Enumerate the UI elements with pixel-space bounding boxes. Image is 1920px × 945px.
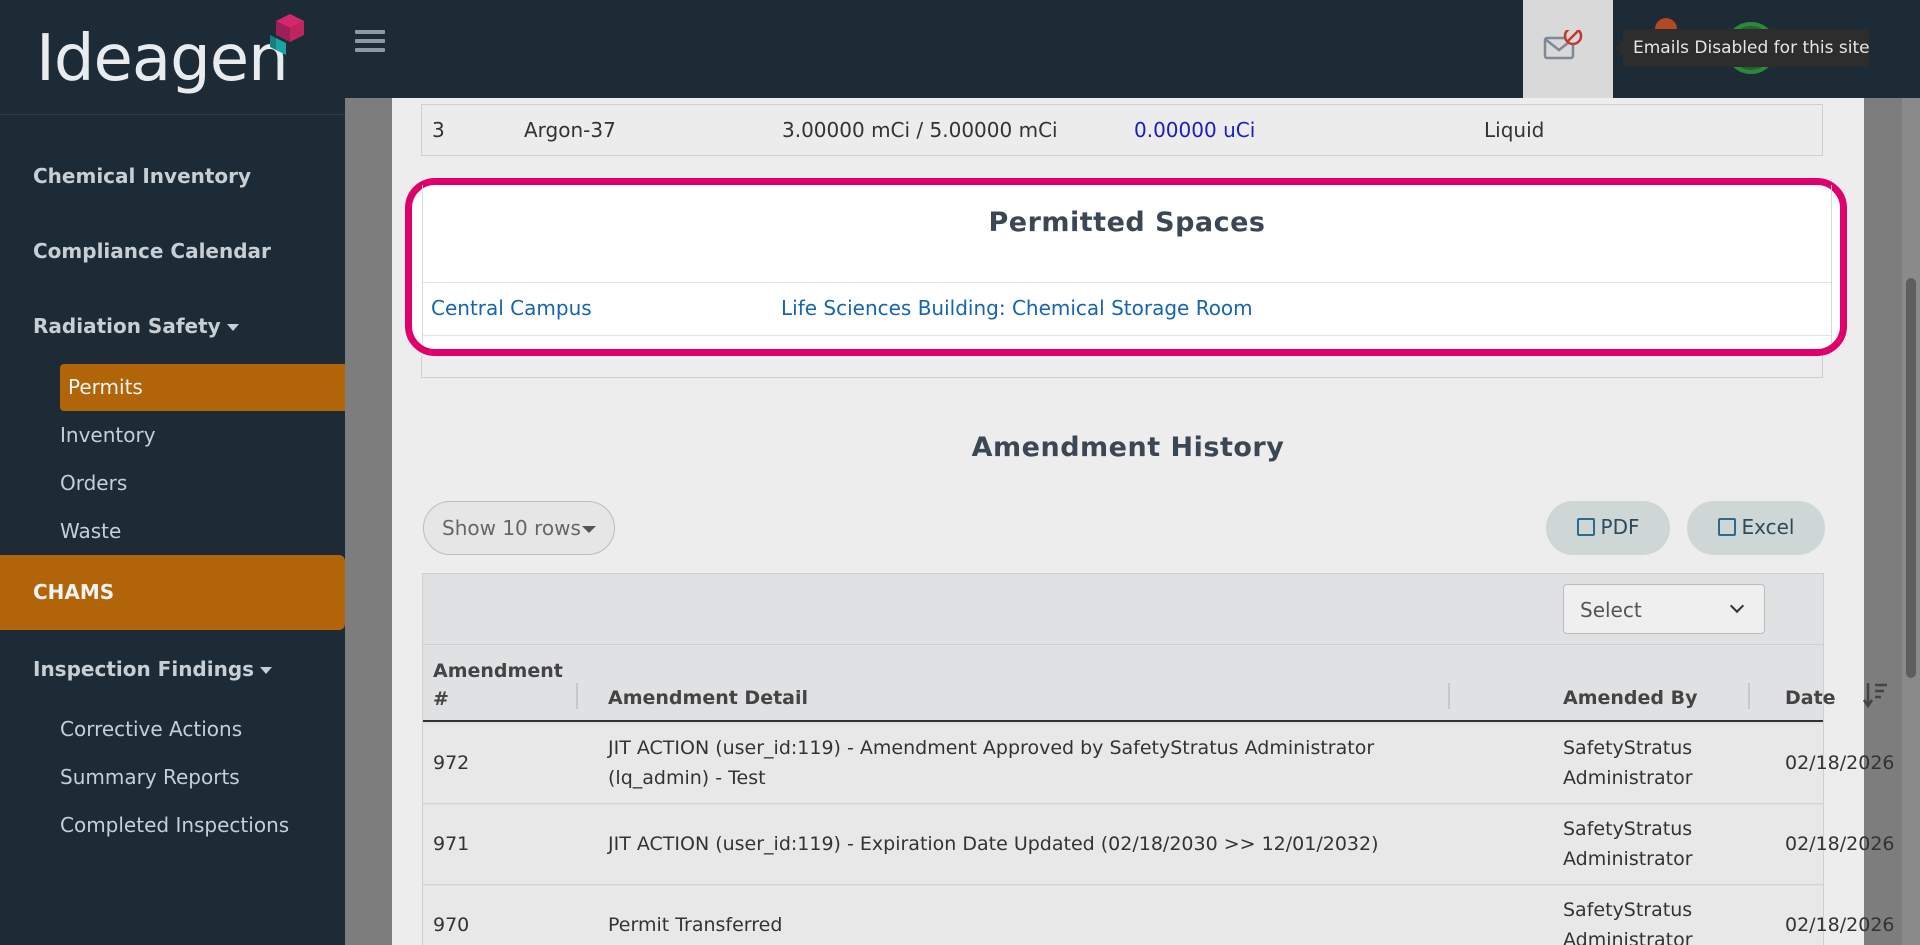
table-row: 972 JIT ACTION (user_id:119) - Amendment… <box>423 724 1895 804</box>
amendment-date: 02/18/2026 <box>1785 752 1895 774</box>
amendment-detail: JIT ACTION (user_id:119) - Amendment App… <box>608 737 1375 759</box>
sidebar-item-orders[interactable]: Orders <box>60 471 127 495</box>
amended-by: SafetyStratus <box>1563 899 1693 921</box>
permitted-space-row: Central Campus Life Sciences Building: C… <box>423 282 1831 336</box>
amendment-history-title: Amendment History <box>971 432 1285 463</box>
sort-icon[interactable] <box>1445 683 1453 709</box>
inventory-index: 3 <box>432 118 445 142</box>
sort-icon[interactable] <box>573 683 581 709</box>
room-link[interactable]: Life Sciences Building: Chemical Storage… <box>781 296 1253 320</box>
hamburger-menu-icon[interactable] <box>355 30 385 56</box>
column-header-amended-by[interactable]: Amended By <box>1563 687 1697 709</box>
sidebar-item-inventory[interactable]: Inventory <box>60 423 156 447</box>
sidebar-item-compliance-calendar[interactable]: Compliance Calendar <box>33 239 271 263</box>
amendment-detail: Permit Transferred <box>608 914 783 936</box>
scrollbar-thumb[interactable] <box>1906 278 1916 678</box>
amendment-detail: JIT ACTION (user_id:119) - Expiration Da… <box>608 833 1379 855</box>
export-icon <box>1576 518 1595 536</box>
filter-select[interactable]: Select <box>1563 584 1765 634</box>
sort-descending-icon[interactable] <box>1863 681 1889 709</box>
sidebar-item-permits[interactable]: Permits <box>60 364 345 411</box>
logo-cube-icon <box>270 14 304 55</box>
column-header-date[interactable]: Date <box>1785 687 1836 709</box>
amended-by: SafetyStratus <box>1563 737 1693 759</box>
mail-disabled-icon <box>1543 30 1583 60</box>
inventory-current-link[interactable]: 0.00000 uCi <box>1134 118 1255 142</box>
sidebar-item-completed-inspections[interactable]: Completed Inspections <box>60 813 289 837</box>
caret-down-icon <box>260 667 273 674</box>
sidebar-item-label: Inspection Findings <box>33 657 255 681</box>
caret-down-icon <box>226 324 239 331</box>
table-row: 971 JIT ACTION (user_id:119) - Expiratio… <box>423 805 1895 885</box>
sidebar-item-label: Radiation Safety <box>33 314 221 338</box>
permitted-spaces-highlight: Permitted Spaces Central Campus Life Sci… <box>405 178 1847 356</box>
scrollbar[interactable] <box>1902 98 1920 945</box>
permitted-spaces-frame <box>421 356 1823 378</box>
amendment-number: 970 <box>433 914 470 936</box>
sidebar: Ideagen Chemical Inventory Compliance Ca… <box>0 0 345 945</box>
sidebar-item-label: Permits <box>68 375 143 399</box>
permitted-spaces-title: Permitted Spaces <box>988 207 1266 238</box>
amendment-number: 971 <box>433 833 470 855</box>
table-header: Amendment # Amendment Detail Amended By … <box>423 644 1887 722</box>
amended-by: Administrator <box>1563 848 1693 870</box>
inventory-form: Liquid <box>1484 118 1545 142</box>
sidebar-item-corrective-actions[interactable]: Corrective Actions <box>60 717 242 741</box>
column-header-amendment-detail[interactable]: Amendment Detail <box>608 687 808 709</box>
amendment-number: 972 <box>433 752 470 774</box>
sort-icon[interactable] <box>1745 683 1753 709</box>
select-placeholder: Select <box>1580 598 1642 622</box>
email-status-button[interactable] <box>1523 0 1613 98</box>
amended-by: Administrator <box>1563 767 1693 789</box>
show-rows-dropdown[interactable]: Show 10 rows <box>423 501 615 555</box>
amendment-table: Select Amendment # Amendment Detail Amen… <box>422 573 1895 945</box>
sidebar-item-chemical-inventory[interactable]: Chemical Inventory <box>33 164 251 188</box>
sidebar-item-inspection-findings[interactable]: Inspection Findings <box>33 657 273 681</box>
amendment-date: 02/18/2026 <box>1785 914 1895 936</box>
sidebar-item-radiation-safety[interactable]: Radiation Safety <box>33 314 239 338</box>
inventory-isotope: Argon-37 <box>524 118 616 142</box>
sidebar-item-waste[interactable]: Waste <box>60 519 121 543</box>
sidebar-item-chams[interactable]: CHAMS <box>0 555 345 630</box>
amended-by: SafetyStratus <box>1563 818 1693 840</box>
table-row: 970 Permit Transferred SafetyStratus Adm… <box>423 886 1895 945</box>
column-header-amendment-number[interactable]: Amendment # <box>433 657 563 713</box>
export-pdf-button[interactable]: PDF <box>1546 501 1670 555</box>
pdf-label: PDF <box>1600 515 1640 539</box>
main-content: 3 Argon-37 3.00000 mCi / 5.00000 mCi 0.0… <box>345 98 1920 945</box>
caret-down-icon <box>582 526 596 533</box>
export-icon <box>1717 518 1736 536</box>
logo[interactable]: Ideagen <box>36 22 289 96</box>
inventory-row: 3 Argon-37 3.00000 mCi / 5.00000 mCi 0.0… <box>421 104 1823 156</box>
campus-link[interactable]: Central Campus <box>431 296 592 320</box>
sidebar-item-label: CHAMS <box>33 580 115 604</box>
amendment-date: 02/18/2026 <box>1785 833 1895 855</box>
amended-by: Administrator <box>1563 929 1693 945</box>
top-bar: Emails Disabled for this site <box>345 0 1920 98</box>
email-disabled-tooltip: Emails Disabled for this site <box>1615 29 1870 67</box>
permitted-spaces-panel: Permitted Spaces Central Campus Life Sci… <box>422 185 1832 343</box>
show-rows-label: Show 10 rows <box>442 516 581 540</box>
inventory-activity: 3.00000 mCi / 5.00000 mCi <box>782 118 1058 142</box>
sidebar-item-summary-reports[interactable]: Summary Reports <box>60 765 240 789</box>
column-header-label: Amendment <box>433 660 563 682</box>
logo-area: Ideagen <box>0 0 345 115</box>
export-excel-button[interactable]: Excel <box>1687 501 1825 555</box>
column-header-label: # <box>433 688 449 710</box>
excel-label: Excel <box>1741 515 1795 539</box>
amendment-detail: (lq_admin) - Test <box>608 767 766 789</box>
chevron-down-icon <box>1729 598 1745 614</box>
